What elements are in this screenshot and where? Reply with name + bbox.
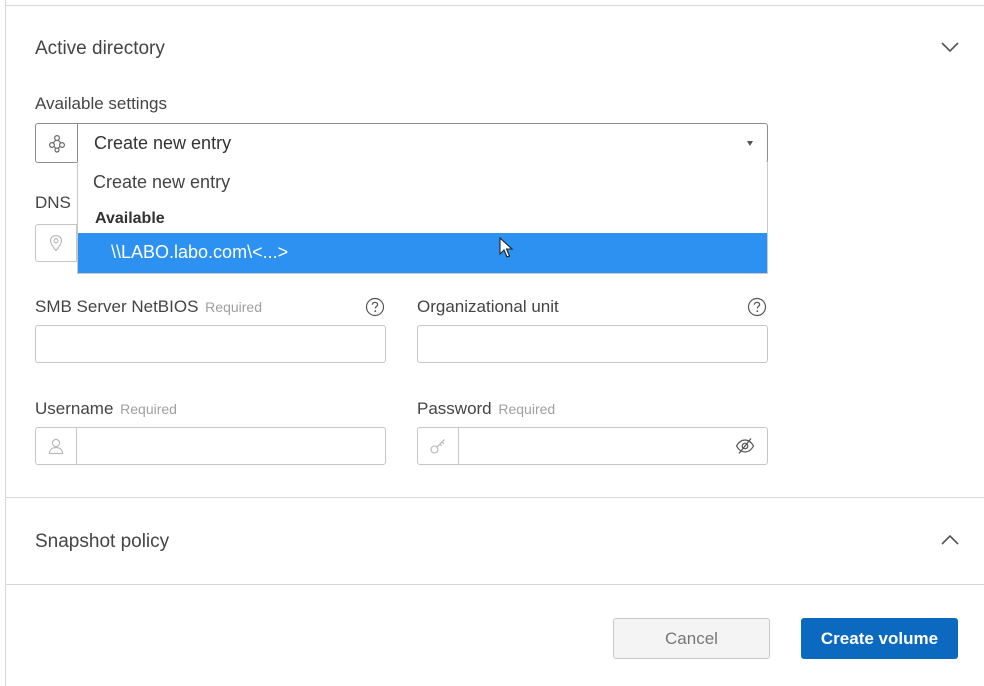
option-create-new-entry[interactable]: Create new entry: [93, 172, 230, 193]
section-title-active-directory: Active directory: [35, 38, 165, 59]
create-volume-button[interactable]: Create volume: [801, 618, 958, 659]
mouse-pointer-icon: [499, 237, 514, 258]
available-settings-dropdown: Create new entry Available \\LABO.labo.c…: [77, 162, 768, 274]
smb-server-netbios-label: SMB Server NetBIOS Required: [35, 297, 262, 316]
smb-server-netbios-field[interactable]: [35, 325, 386, 363]
required-tag: Required: [205, 299, 262, 315]
location-pin-icon: [36, 225, 77, 261]
organizational-unit-label: Organizational unit: [417, 297, 559, 316]
option-group-available: Available: [95, 210, 165, 227]
available-settings-select[interactable]: Create new entry: [35, 123, 768, 163]
select-current-value: Create new entry: [94, 133, 232, 153]
question-circle-icon[interactable]: [747, 297, 767, 317]
footer-divider: [5, 584, 984, 585]
required-tag: Required: [498, 401, 556, 417]
username-field[interactable]: [35, 427, 386, 465]
key-icon: [418, 428, 459, 464]
section-divider: [5, 497, 984, 498]
username-input[interactable]: [77, 428, 385, 464]
dns-label: DNS: [35, 193, 71, 212]
organizational-unit-field[interactable]: [417, 325, 768, 363]
question-circle-icon[interactable]: [365, 297, 385, 317]
network-icon: [36, 124, 78, 162]
eye-slash-icon[interactable]: [735, 437, 755, 460]
password-field[interactable]: [417, 427, 768, 465]
password-input[interactable]: [459, 428, 727, 464]
available-settings-label: Available settings: [35, 94, 167, 113]
password-label: Password Required: [417, 399, 556, 418]
smb-server-netbios-input[interactable]: [36, 326, 385, 362]
option-labo-domain[interactable]: \\LABO.labo.com\<...>: [78, 233, 767, 273]
chevron-down-icon[interactable]: [940, 37, 960, 57]
chevron-up-icon[interactable]: [940, 530, 960, 550]
top-divider: [5, 5, 984, 6]
dropdown-caret-icon: [747, 141, 753, 146]
required-tag: Required: [120, 401, 177, 417]
cancel-button[interactable]: Cancel: [613, 618, 770, 659]
section-title-snapshot-policy: Snapshot policy: [35, 531, 170, 552]
username-label: Username Required: [35, 399, 177, 418]
user-icon: [36, 428, 77, 464]
organizational-unit-input[interactable]: [418, 326, 767, 362]
option-labo-domain-label: \\LABO.labo.com\<...>: [111, 242, 289, 262]
